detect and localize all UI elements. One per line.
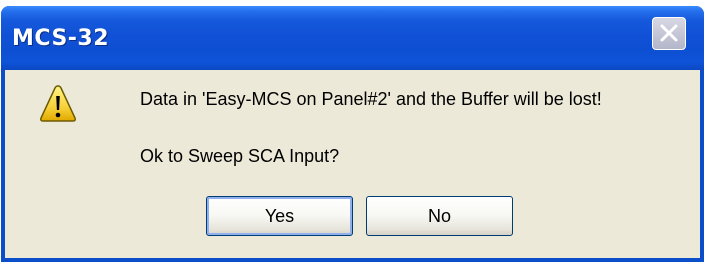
title-bar[interactable]: MCS-32 (1, 6, 704, 70)
yes-button[interactable]: Yes (206, 196, 353, 236)
message-line-1: Data in 'Easy-MCS on Panel#2' and the Bu… (140, 89, 602, 109)
close-button[interactable] (652, 17, 686, 50)
window-title: MCS-32 (12, 26, 110, 51)
close-icon (660, 24, 678, 42)
message-line-2: Ok to Sweep SCA Input? (140, 146, 340, 166)
warning-icon (40, 85, 76, 122)
no-button[interactable]: No (366, 196, 513, 236)
